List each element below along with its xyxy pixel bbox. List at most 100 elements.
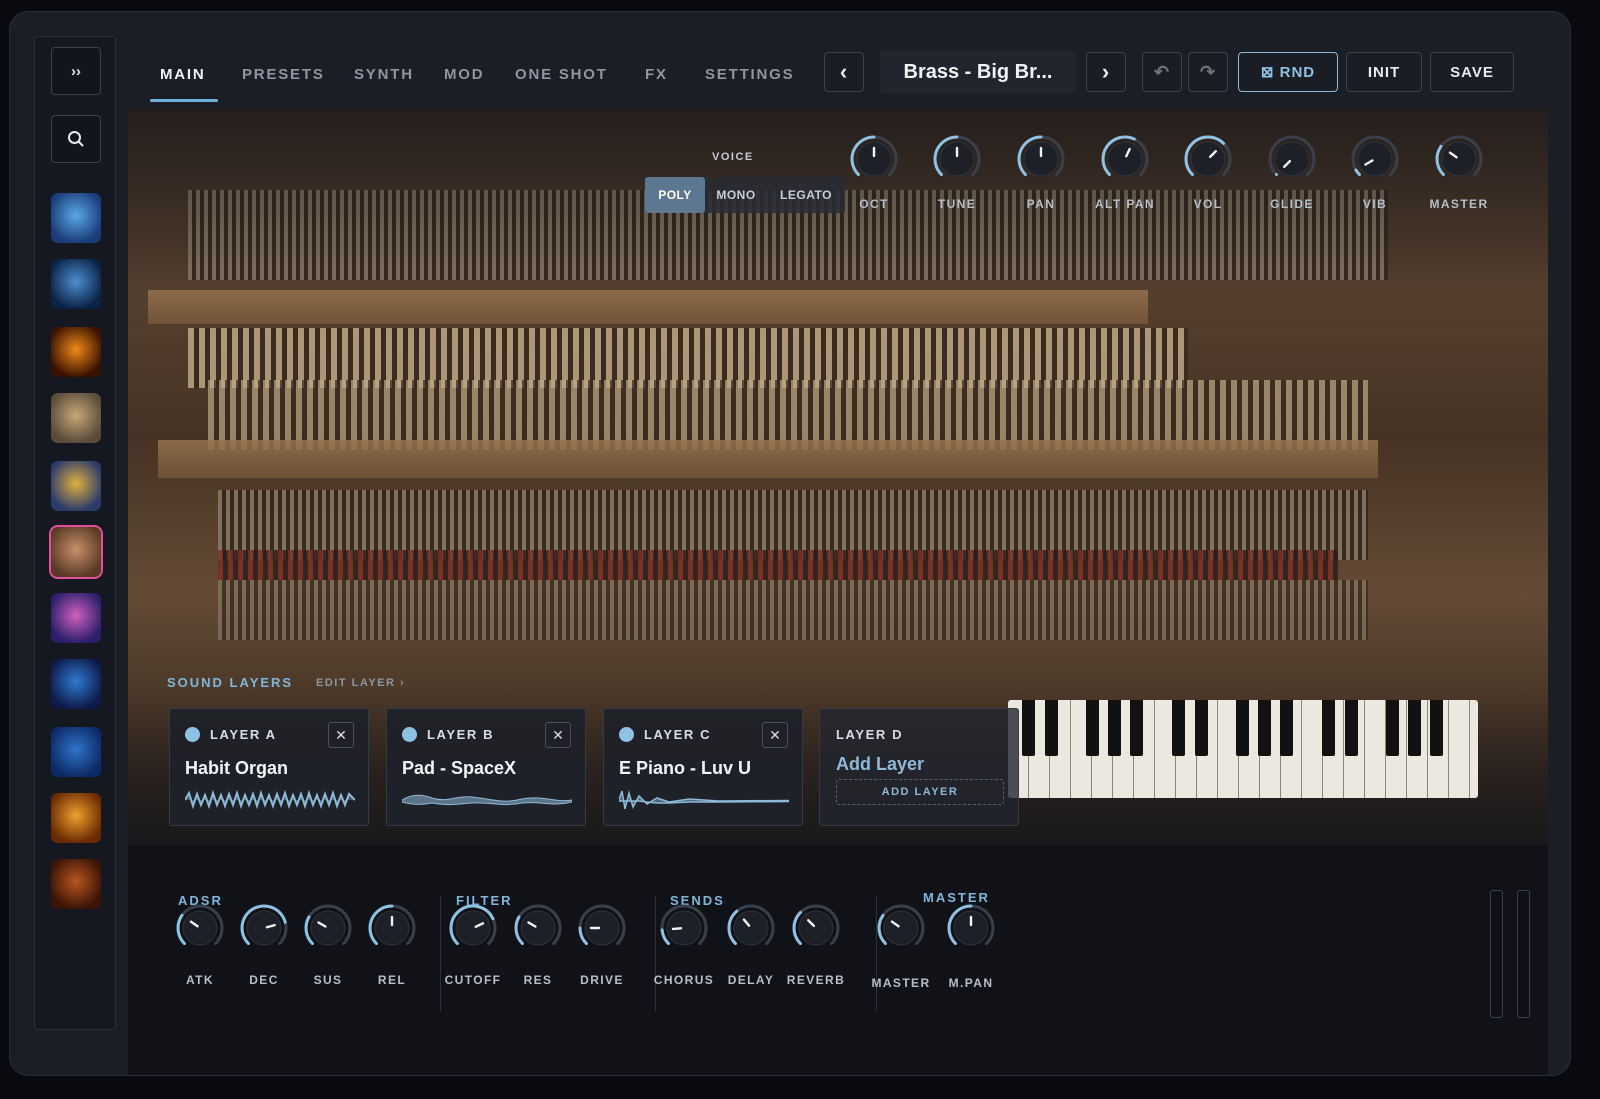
undo-button[interactable]: ↶	[1142, 52, 1182, 92]
voice-mode-selector: POLY MONO LEGATO	[645, 177, 845, 213]
preset-thumb-9[interactable]	[51, 727, 101, 777]
dec-knob[interactable]	[237, 901, 291, 955]
init-button[interactable]: INIT	[1346, 52, 1422, 92]
prev-preset-button[interactable]: ‹	[824, 52, 864, 92]
search-button[interactable]	[51, 115, 101, 163]
chevron-right-icon: ›	[1101, 59, 1111, 84]
close-icon: ✕	[335, 726, 347, 743]
glide-knob[interactable]	[1265, 132, 1319, 186]
preset-thumb-7[interactable]	[51, 593, 101, 643]
rel-knob[interactable]	[365, 901, 419, 955]
redo-icon: ↷	[1199, 61, 1217, 82]
preset-thumb-11[interactable]	[51, 859, 101, 909]
layer-card-b[interactable]: LAYER B ✕ Pad - SpaceX	[386, 708, 586, 826]
reverb-knob[interactable]	[789, 901, 843, 955]
edit-layer-link[interactable]: EDIT LAYER ›	[316, 677, 405, 689]
layer-label: LAYER B	[427, 727, 495, 742]
section-divider	[655, 896, 656, 1011]
layer-preset-name: Pad - SpaceX	[402, 758, 517, 778]
preset-thumb-10[interactable]	[51, 793, 101, 843]
sus-knob[interactable]	[301, 901, 355, 955]
tab-presets[interactable]: PRESETS	[242, 66, 325, 83]
tab-fx[interactable]: FX	[645, 66, 668, 83]
piano-keyboard	[1008, 700, 1478, 798]
preset-thumb-6[interactable]	[51, 527, 101, 577]
randomize-button[interactable]: ⊠ RND	[1238, 52, 1338, 92]
preset-sidebar: ››	[34, 36, 116, 1030]
delay-knob[interactable]	[724, 901, 778, 955]
tab-one-shot[interactable]: ONE SHOT	[515, 66, 608, 83]
preset-thumb-4[interactable]	[51, 393, 101, 443]
preset-thumb-3[interactable]	[51, 327, 101, 377]
layer-label: LAYER C	[644, 727, 712, 742]
tune-knob-label: TUNE	[937, 197, 977, 211]
level-meter-left	[1490, 890, 1503, 1018]
synth-window: ›› MAIN PRESETS SYNTH MOD ONE SHOT FX SE…	[10, 12, 1570, 1075]
drive-knob[interactable]	[575, 901, 629, 955]
tab-mod[interactable]: MOD	[444, 66, 484, 83]
rel-knob-label: REL	[377, 973, 407, 987]
glide-knob-label: GLIDE	[1270, 197, 1314, 211]
remove-layer-button[interactable]: ✕	[545, 722, 571, 748]
layer-waveform	[185, 789, 355, 810]
layer-preset-name: E Piano - Luv U	[619, 758, 752, 778]
layer-waveform	[402, 794, 572, 806]
preset-thumb-5[interactable]	[51, 461, 101, 511]
preset-thumb-8[interactable]	[51, 659, 101, 709]
vib-knob[interactable]	[1348, 132, 1402, 186]
voice-poly-option[interactable]: POLY	[645, 177, 705, 213]
double-chevron-right-icon: ››	[71, 62, 81, 80]
layer-card-c[interactable]: LAYER C ✕ E Piano - Luv U	[603, 708, 803, 826]
master-knob[interactable]	[1432, 132, 1486, 186]
close-icon: ✕	[769, 726, 781, 743]
vol-knob[interactable]	[1181, 132, 1235, 186]
m-pan-knob[interactable]	[944, 901, 998, 955]
next-preset-button[interactable]: ›	[1086, 52, 1126, 92]
search-icon	[68, 131, 84, 147]
cutoff-knob[interactable]	[446, 901, 500, 955]
remove-layer-button[interactable]: ✕	[762, 722, 788, 748]
layer-waveform	[619, 790, 789, 810]
layer-label: LAYER D	[836, 727, 904, 742]
add-layer-button[interactable]: ADD LAYER	[836, 779, 1004, 805]
chevron-left-icon: ‹	[839, 59, 849, 84]
remove-layer-button[interactable]: ✕	[328, 722, 354, 748]
alt-pan-knob[interactable]	[1098, 132, 1152, 186]
tab-main[interactable]: MAIN	[160, 66, 206, 83]
voice-label: VOICE	[712, 151, 754, 163]
tab-settings[interactable]: SETTINGS	[705, 66, 794, 83]
alt-pan-knob-label: ALT PAN	[1094, 197, 1155, 211]
layer-enable-toggle[interactable]	[402, 727, 417, 742]
tune-knob[interactable]	[930, 132, 984, 186]
pan-knob[interactable]	[1014, 132, 1068, 186]
layer-enable-toggle[interactable]	[619, 727, 634, 742]
atk-knob[interactable]	[173, 901, 227, 955]
oct-knob[interactable]	[847, 132, 901, 186]
level-meter-right	[1517, 890, 1530, 1018]
expand-sidebar-button[interactable]: ››	[51, 47, 101, 95]
layer-enable-toggle[interactable]	[185, 727, 200, 742]
oct-knob-label: OCT	[859, 197, 889, 211]
voice-mono-option[interactable]: MONO	[705, 177, 767, 213]
save-button[interactable]: SAVE	[1430, 52, 1514, 92]
res-knob[interactable]	[511, 901, 565, 955]
preset-thumb-1[interactable]	[51, 193, 101, 243]
drive-knob-label: DRIVE	[580, 973, 624, 987]
tab-synth[interactable]: SYNTH	[354, 66, 414, 83]
redo-button[interactable]: ↷	[1188, 52, 1228, 92]
section-divider	[440, 896, 441, 1011]
reverb-knob-label: REVERB	[786, 973, 846, 987]
master-knob[interactable]	[874, 901, 928, 955]
layer-card-a[interactable]: LAYER A ✕ Habit Organ	[169, 708, 369, 826]
close-icon: ✕	[552, 726, 564, 743]
undo-icon: ↶	[1153, 61, 1171, 82]
chorus-knob[interactable]	[657, 901, 711, 955]
preset-thumb-2[interactable]	[51, 259, 101, 309]
pan-knob-label: PAN	[1026, 197, 1056, 211]
layer-card-d-empty[interactable]: LAYER D Add Layer ADD LAYER	[819, 708, 1019, 826]
layer-label: LAYER A	[210, 727, 277, 742]
bottom-controls-panel	[128, 846, 1548, 1075]
vol-knob-label: VOL	[1193, 197, 1223, 211]
active-tab-indicator	[150, 99, 218, 102]
preset-name-display[interactable]: Brass - Big Br...	[880, 50, 1076, 94]
